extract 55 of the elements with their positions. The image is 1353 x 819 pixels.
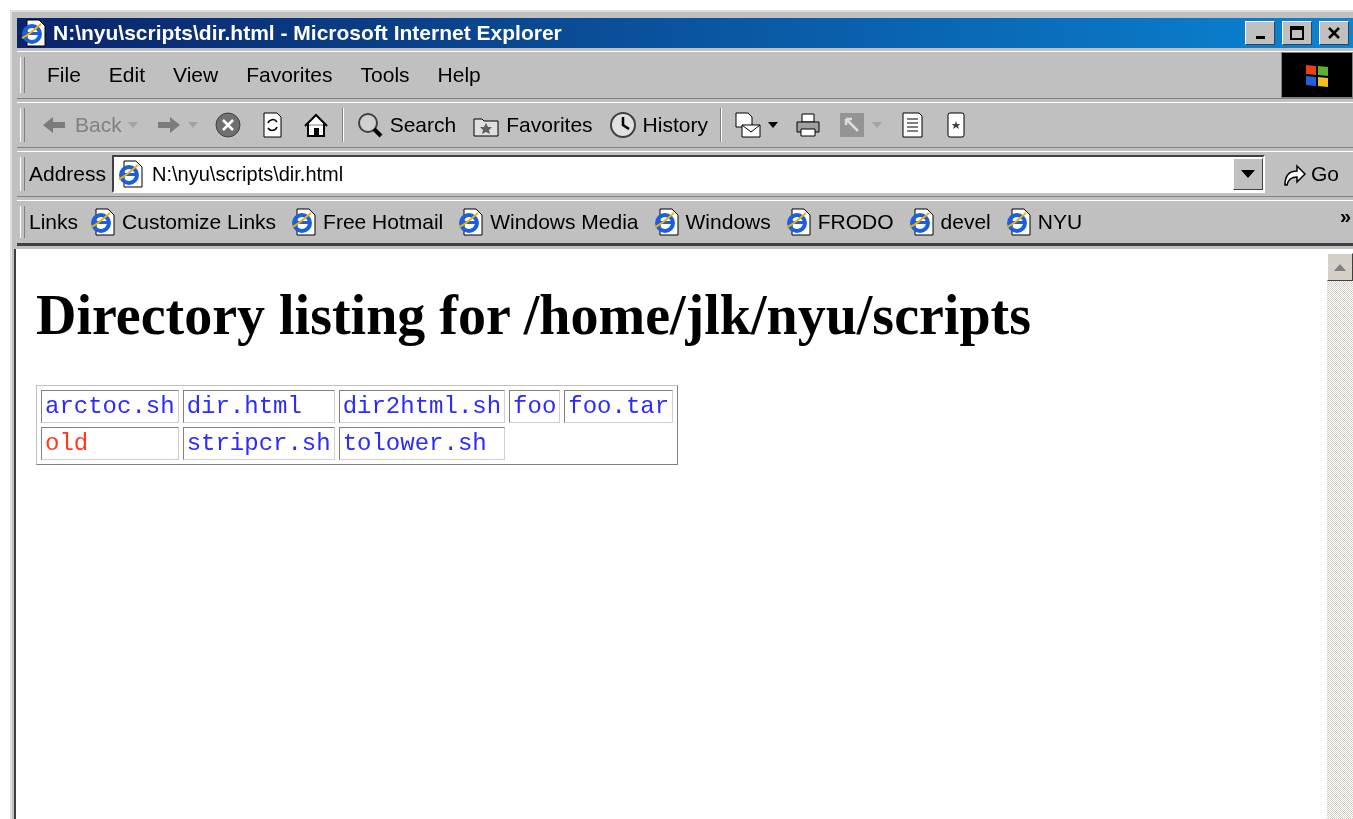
- caret-icon: [1241, 170, 1255, 178]
- minimize-button[interactable]: [1245, 21, 1275, 45]
- caret-icon: [187, 122, 198, 128]
- menu-item[interactable]: Help: [423, 63, 495, 87]
- window-title: N:\nyu\scripts\dir.html - Microsoft Internet Explorer: [53, 21, 563, 45]
- clock-icon: [608, 111, 637, 139]
- favorites-button[interactable]: Favorites: [464, 111, 601, 139]
- link-button[interactable]: Customize Links: [86, 208, 288, 236]
- close-button[interactable]: [1319, 21, 1349, 45]
- more-links-button[interactable]: »: [1339, 205, 1353, 228]
- edit-icon: [837, 111, 866, 139]
- go-button[interactable]: Go: [1265, 161, 1349, 187]
- link-button[interactable]: Windows Media: [454, 208, 650, 236]
- links-label: Links: [29, 210, 79, 234]
- mail-icon: [733, 111, 762, 139]
- close-icon: [1327, 26, 1341, 40]
- minimize-icon: [1255, 36, 1265, 39]
- page-icon: [90, 208, 117, 236]
- maximize-icon: [1290, 26, 1304, 40]
- search-button[interactable]: Search: [347, 111, 465, 139]
- stop-icon: [213, 111, 242, 139]
- menu-item[interactable]: Edit: [94, 63, 160, 87]
- link-button[interactable]: NYU: [1001, 208, 1094, 236]
- menu-item[interactable]: File: [33, 63, 95, 87]
- page-icon: [785, 208, 812, 236]
- windows-logo-icon: [1303, 62, 1331, 88]
- page-icon: [291, 208, 318, 236]
- link-button[interactable]: Windows: [649, 208, 782, 236]
- menu-item[interactable]: View: [159, 63, 233, 87]
- link-button[interactable]: FRODO: [781, 208, 905, 236]
- history-button[interactable]: History: [600, 111, 716, 139]
- caret-icon: [871, 122, 882, 128]
- page-icon: [653, 208, 680, 236]
- link-button[interactable]: Free Hotmail: [287, 208, 455, 236]
- address-field[interactable]: N:\nyu\scripts\dir.html: [112, 155, 1265, 193]
- link-button[interactable]: devel: [904, 208, 1002, 236]
- up-arrow-icon: [1334, 263, 1346, 271]
- menu-item[interactable]: Tools: [346, 63, 424, 87]
- page-icon: [21, 19, 47, 47]
- page-icon: [118, 160, 145, 188]
- address-label: Address: [29, 162, 107, 186]
- caret-icon: [767, 122, 778, 128]
- page-icon: [458, 208, 485, 236]
- caret-icon: [127, 122, 138, 128]
- page-heading: Directory listing for /home/jlk/nyu/scripts: [36, 283, 1032, 347]
- scroll-up-button[interactable]: [1327, 253, 1353, 281]
- scrollbar[interactable]: [1327, 253, 1353, 819]
- printer-icon: [793, 111, 822, 139]
- search-icon: [355, 111, 384, 139]
- curved-arrow-icon: [1281, 161, 1307, 187]
- page-icon: [1005, 208, 1032, 236]
- maximize-button[interactable]: [1282, 21, 1312, 45]
- menu-item[interactable]: Favorites: [232, 63, 347, 87]
- dropdown-button[interactable]: [1233, 158, 1263, 190]
- page-icon: [908, 208, 935, 236]
